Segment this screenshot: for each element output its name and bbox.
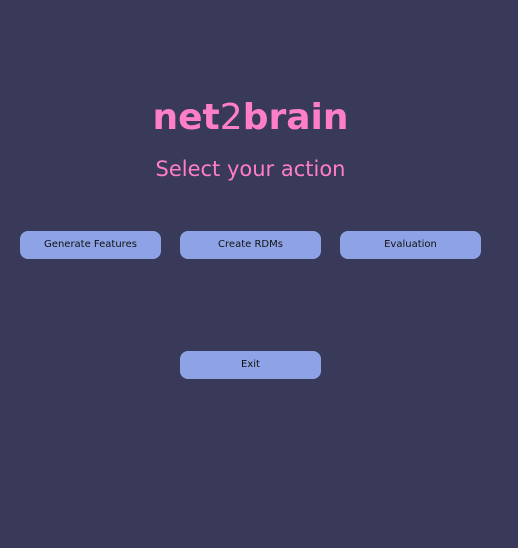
create-rdms-button[interactable]: Create RDMs <box>180 231 321 259</box>
evaluation-button[interactable]: Evaluation <box>340 231 481 259</box>
exit-button[interactable]: Exit <box>180 351 321 379</box>
page-subtitle: Select your action <box>155 157 346 181</box>
app-title: net2brain <box>0 96 501 140</box>
app-title-2: 2 <box>219 97 243 138</box>
generate-features-button[interactable]: Generate Features <box>20 231 161 259</box>
app-title-brain: brain <box>242 97 349 138</box>
app-title-net: net <box>152 97 220 138</box>
